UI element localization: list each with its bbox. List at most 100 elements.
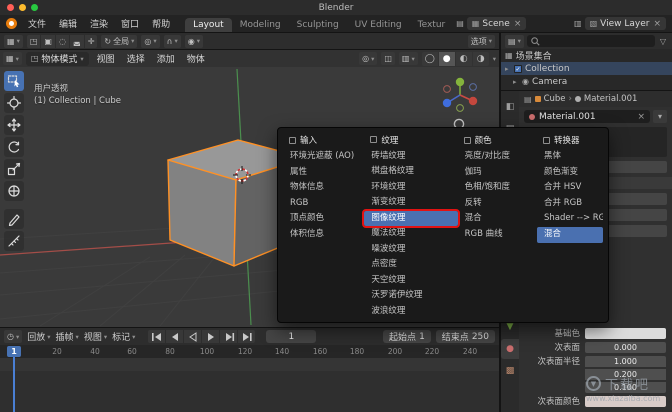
- menu-item-wave-texture[interactable]: 波浪纹理: [364, 304, 457, 319]
- menu-item-magic-texture[interactable]: 魔法纹理: [364, 226, 457, 241]
- workspace-tab-texture-paint[interactable]: Textur: [410, 18, 454, 32]
- menu-item-ambient-occlusion[interactable]: 环境光遮蔽 (AO): [283, 149, 364, 165]
- select-box-tool-button[interactable]: [4, 71, 24, 91]
- next-keyframe-button[interactable]: [220, 330, 237, 343]
- shading-material-button[interactable]: ◐: [456, 52, 472, 66]
- timeline-menu-marker[interactable]: 标记▾: [112, 330, 135, 343]
- circle-select-mode-button[interactable]: ◌: [56, 35, 69, 48]
- viewport-menu-select[interactable]: 选择: [123, 52, 149, 65]
- current-frame-field[interactable]: 1: [266, 330, 316, 343]
- subsurface-slider[interactable]: 0.000: [585, 342, 666, 353]
- tab-material-properties[interactable]: ●: [501, 339, 519, 359]
- timeline-tracks[interactable]: [0, 358, 499, 412]
- move-tool-button[interactable]: [4, 115, 24, 135]
- menu-item-image-texture[interactable]: 图像纹理: [364, 211, 457, 226]
- axis-z-neg-dot[interactable]: [470, 84, 477, 91]
- browse-scene-icon[interactable]: ▤: [454, 19, 466, 28]
- material-specials-button[interactable]: ▾: [653, 110, 667, 123]
- menu-item-rgb-curves[interactable]: RGB 曲线: [458, 227, 537, 243]
- unlink-scene-icon[interactable]: ×: [514, 19, 522, 29]
- play-button[interactable]: [202, 330, 219, 343]
- viewport-menu-view[interactable]: 视图: [93, 52, 119, 65]
- menu-item-combine-hsv[interactable]: 合并 HSV: [537, 180, 603, 196]
- menu-edit[interactable]: 编辑: [53, 17, 83, 30]
- expand-arrow-icon[interactable]: ▸: [505, 65, 511, 73]
- transform-tool-button[interactable]: [4, 181, 24, 201]
- workspace-tab-sculpting[interactable]: Sculpting: [289, 18, 347, 32]
- menu-item-mix[interactable]: 混合: [458, 211, 537, 227]
- breadcrumb-object[interactable]: Cube: [544, 94, 566, 104]
- axis-z-dot[interactable]: [443, 99, 451, 107]
- outliner-row-collection[interactable]: ▸ ✓ Collection: [501, 62, 672, 75]
- menu-item-shader-to-rgb[interactable]: Shader --> RGB: [537, 211, 603, 227]
- frame-start-field[interactable]: 起始点 1: [383, 330, 431, 343]
- shading-wireframe-button[interactable]: ◯: [422, 52, 438, 66]
- measure-tool-button[interactable]: [4, 231, 24, 251]
- menu-item-voronoi-texture[interactable]: 沃罗诺伊纹理: [364, 288, 457, 303]
- menu-help[interactable]: 帮助: [146, 17, 176, 30]
- options-dropdown[interactable]: 选项 ▾: [468, 35, 495, 48]
- base-color-swatch[interactable]: [585, 328, 666, 339]
- menu-item-blackbody[interactable]: 黑体: [537, 149, 603, 165]
- overlays-toggle-button[interactable]: ◫: [381, 52, 395, 65]
- shading-options-chevron-icon[interactable]: ▾: [493, 55, 496, 63]
- cursor-tool-button[interactable]: [4, 93, 24, 113]
- timeline-menu-playback[interactable]: 回放▾: [27, 330, 50, 343]
- pivot-point-dropdown[interactable]: ◎▾: [141, 35, 159, 48]
- menu-item-combine-rgb[interactable]: 合并 RGB: [537, 196, 603, 212]
- timeline-menu-keying[interactable]: 插帧▾: [56, 330, 79, 343]
- breadcrumb-material[interactable]: Material.001: [584, 94, 637, 104]
- subsurface-radius-x[interactable]: 1.000: [585, 356, 666, 367]
- menu-item-color-ramp[interactable]: 颜色渐变: [537, 165, 603, 181]
- axis-x-dot[interactable]: [469, 97, 477, 105]
- jump-to-start-button[interactable]: [148, 330, 165, 343]
- axis-y-dot[interactable]: [456, 78, 464, 86]
- menu-item-brick-texture[interactable]: 砖墙纹理: [364, 149, 457, 164]
- timeline-ruler[interactable]: 20 40 60 80 100 120 140 160 180 200 220 …: [0, 345, 499, 358]
- menu-item-volume-info[interactable]: 体积信息: [283, 227, 364, 243]
- expand-arrow-icon[interactable]: ▸: [513, 78, 519, 86]
- menu-item-hue-saturation[interactable]: 色相/饱和度: [458, 180, 537, 196]
- outliner-row-camera[interactable]: ▸ ◉ Camera: [501, 75, 672, 88]
- collection-checkbox[interactable]: ✓: [514, 65, 522, 73]
- menu-item-checker-texture[interactable]: 棋盘格纹理: [364, 164, 457, 179]
- menu-item-point-density[interactable]: 点密度: [364, 257, 457, 272]
- annotate-tool-button[interactable]: [4, 209, 24, 229]
- menu-item-sky-texture[interactable]: 天空纹理: [364, 273, 457, 288]
- menu-item-noise-texture[interactable]: 噪波纹理: [364, 242, 457, 257]
- timeline-menu-view[interactable]: 视图▾: [84, 330, 107, 343]
- current-frame-marker[interactable]: 1: [7, 346, 21, 357]
- menu-item-environment-texture[interactable]: 环境纹理: [364, 180, 457, 195]
- previous-keyframe-button[interactable]: [166, 330, 183, 343]
- frame-end-field[interactable]: 结束点 250: [436, 330, 495, 343]
- remove-view-layer-icon[interactable]: ×: [653, 19, 661, 29]
- shading-rendered-button[interactable]: ◑: [473, 52, 489, 66]
- tab-render-properties[interactable]: ◧: [501, 97, 519, 117]
- transform-gizmo-dropdown[interactable]: ◎▾: [359, 52, 377, 65]
- blender-logo-icon[interactable]: [6, 18, 17, 29]
- menu-item-rgb[interactable]: RGB: [283, 196, 364, 212]
- scale-tool-button[interactable]: [4, 159, 24, 179]
- snap-toggle-button[interactable]: ∩▾: [164, 35, 181, 48]
- menu-item-bright-contrast[interactable]: 亮度/对比度: [458, 149, 537, 165]
- menu-item-gradient-texture[interactable]: 渐变纹理: [364, 195, 457, 210]
- menu-item-attribute[interactable]: 属性: [283, 165, 364, 181]
- menu-window[interactable]: 窗口: [115, 17, 145, 30]
- timeline-editor-type-button[interactable]: ◷▾: [4, 330, 22, 343]
- viewport-menu-add[interactable]: 添加: [153, 52, 179, 65]
- outliner-search-input[interactable]: [527, 35, 655, 47]
- transform-orientation-dropdown[interactable]: ↻ 全局 ▾: [101, 35, 137, 48]
- menu-item-gamma[interactable]: 伽玛: [458, 165, 537, 181]
- play-reverse-button[interactable]: [184, 330, 201, 343]
- menu-item-vertex-color[interactable]: 顶点颜色: [283, 211, 364, 227]
- mode-dropdown[interactable]: ◳ 物体模式 ▾: [26, 52, 89, 66]
- scene-selector[interactable]: ▦ Scene ×: [467, 17, 527, 30]
- material-name-field[interactable]: Material.001 ×: [524, 110, 650, 123]
- jump-to-end-button[interactable]: [238, 330, 255, 343]
- view-layer-selector[interactable]: ▧ View Layer ×: [585, 17, 666, 30]
- workspace-tab-uv-editing[interactable]: UV Editing: [347, 18, 410, 32]
- menu-item-mix-converter[interactable]: 混合: [537, 227, 603, 243]
- shading-solid-button[interactable]: ●: [439, 52, 455, 66]
- axis-x-neg-dot[interactable]: [444, 86, 451, 93]
- menu-file[interactable]: 文件: [22, 17, 52, 30]
